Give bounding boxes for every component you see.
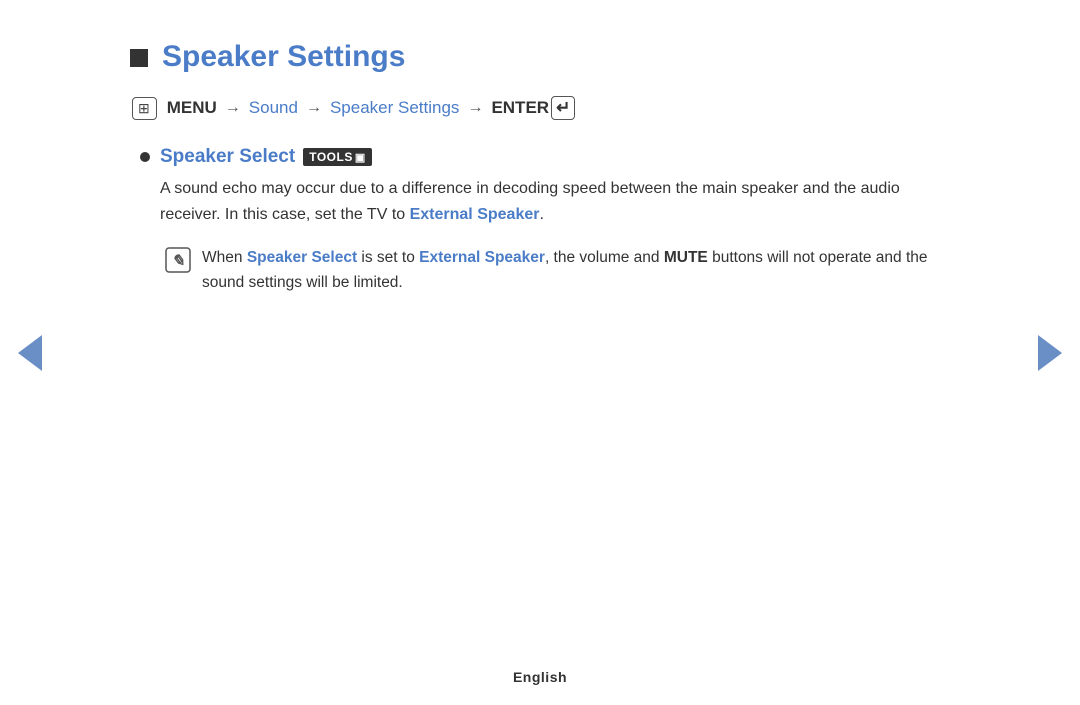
description-end: . [539, 206, 543, 223]
list-item: Speaker Select TOOLS▣ A sound echo may o… [140, 146, 950, 296]
breadcrumb: ⊞ MENU → Sound → Speaker Settings → ENTE… [132, 96, 950, 120]
menu-icon-label: ⊞ [138, 100, 151, 117]
left-arrow-icon [18, 335, 42, 371]
section-list: Speaker Select TOOLS▣ A sound echo may o… [130, 146, 950, 296]
note-row: ✎ When Speaker Select is set to External… [164, 245, 950, 296]
tools-badge: TOOLS▣ [303, 148, 372, 166]
section-content: Speaker Select TOOLS▣ A sound echo may o… [160, 146, 950, 296]
title-square-icon [130, 49, 148, 67]
page-title: Speaker Settings [162, 40, 405, 74]
note-part2: is set to [357, 249, 419, 266]
right-arrow-icon [1038, 335, 1062, 371]
footer-language: English [513, 669, 567, 685]
menu-icon: ⊞ [132, 97, 157, 120]
note-icon: ✎ [164, 246, 192, 274]
note-mute: MUTE [664, 249, 708, 266]
note-highlight1: Speaker Select [247, 249, 357, 266]
breadcrumb-sound: Sound [249, 98, 298, 118]
tools-icon: ▣ [355, 152, 366, 164]
breadcrumb-arrow-3: → [467, 99, 483, 117]
main-content: Speaker Settings ⊞ MENU → Sound → Speake… [50, 0, 1030, 348]
breadcrumb-speaker-settings: Speaker Settings [330, 98, 459, 118]
note-part1: When [202, 249, 247, 266]
breadcrumb-enter: ENTER↵ [491, 96, 575, 120]
enter-icon: ↵ [551, 96, 575, 120]
breadcrumb-arrow-2: → [306, 99, 322, 117]
next-page-button[interactable] [1038, 335, 1062, 371]
note-part3: , the volume and [545, 249, 664, 266]
bullet-icon [140, 152, 150, 162]
note-text: When Speaker Select is set to External S… [202, 245, 950, 296]
description-highlight: External Speaker [410, 206, 540, 223]
note-highlight2: External Speaker [419, 249, 545, 266]
prev-page-button[interactable] [18, 335, 42, 371]
menu-label: MENU [167, 98, 217, 118]
title-row: Speaker Settings [130, 40, 950, 74]
speaker-select-label: Speaker Select [160, 146, 295, 168]
breadcrumb-arrow-1: → [225, 99, 241, 117]
description-text: A sound echo may occur due to a differen… [160, 176, 950, 229]
section-subheading: Speaker Select TOOLS▣ [160, 146, 950, 168]
svg-text:✎: ✎ [171, 253, 184, 270]
